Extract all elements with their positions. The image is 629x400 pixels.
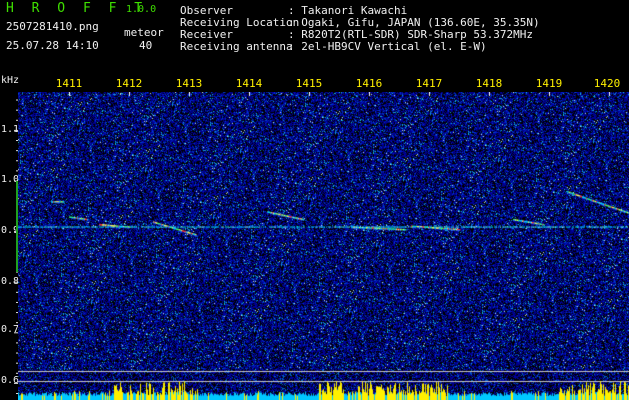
date-time: 25.07.28 14:10 bbox=[6, 39, 99, 52]
x-tick-label: 1416 bbox=[355, 77, 383, 90]
x-tick-label: 1420 bbox=[593, 77, 621, 90]
file-name: 2507281410.png bbox=[6, 20, 99, 33]
x-tick-label: 1417 bbox=[415, 77, 443, 90]
meteor-label: meteor bbox=[124, 26, 164, 39]
antenna-label: Receiving antenna bbox=[180, 40, 293, 53]
meteor-count: 40 bbox=[139, 39, 153, 52]
x-tick-label: 1411 bbox=[55, 77, 83, 90]
spectrogram-canvas bbox=[18, 92, 629, 400]
x-tick-label: 1415 bbox=[295, 77, 323, 90]
x-axis-tick-labels: 1411 1412 1413 1414 1415 1416 1417 1418 … bbox=[0, 78, 629, 92]
x-tick-label: 1419 bbox=[535, 77, 563, 90]
antenna-value: : 2el-HB9CV Vertical (el. E-W) bbox=[288, 40, 487, 53]
y-axis-marker bbox=[16, 181, 18, 273]
x-tick-label: 1413 bbox=[175, 77, 203, 90]
app-version: 1.0.0 bbox=[126, 4, 157, 15]
x-tick-label: 1418 bbox=[475, 77, 503, 90]
y-axis-ticks bbox=[14, 99, 18, 395]
header-panel: H R O F F T 1.0.0 2507281410.png meteor … bbox=[0, 0, 629, 76]
x-tick-label: 1412 bbox=[115, 77, 143, 90]
x-tick-label: 1414 bbox=[235, 77, 263, 90]
